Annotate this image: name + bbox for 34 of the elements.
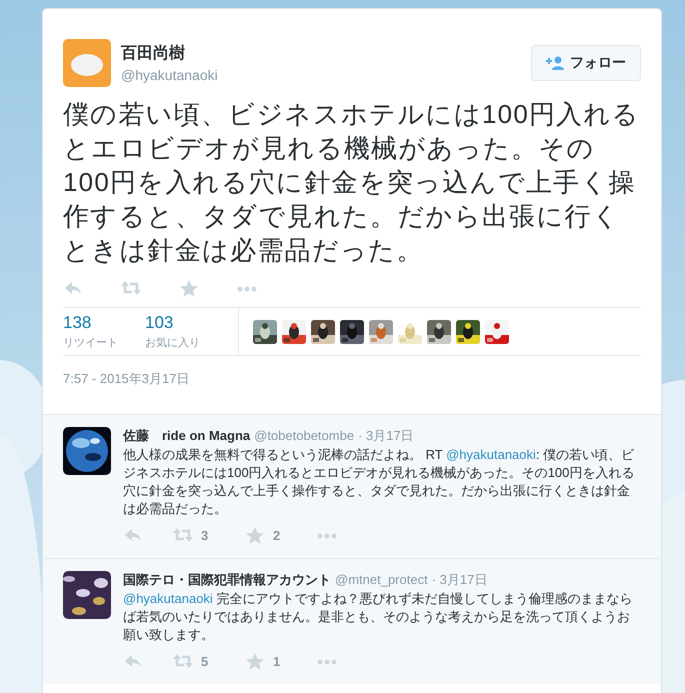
reply-author-name[interactable]: 国際テロ・国際犯罪情報アカウント (123, 571, 331, 589)
retweet-icon[interactable] (121, 279, 141, 297)
reply-text: @hyakutanaoki 完全にアウトですよね？悪びれず未だ自慢してしまう倫理感のままならば若気のいたりではありません。是非とも、そのような考えから足を洗って頂くようお願い致します。 (123, 590, 634, 644)
stat-count[interactable]: 138 (63, 313, 145, 333)
reply-author-handle[interactable]: @tobetobetombe (254, 428, 354, 443)
reply-icon[interactable] (123, 526, 143, 544)
reply-icon[interactable] (123, 652, 143, 670)
reply-date[interactable]: · 3月17日 (358, 427, 414, 445)
add-user-icon (546, 56, 564, 70)
egg-avatar-icon[interactable] (63, 39, 111, 87)
tweet-timestamp: 7:57 - 2015年3月17日 (63, 370, 190, 388)
reply-text: 他人様の成果を無料で得るという泥棒の話だよね。 RT @hyakutanaoki: 僕の若い頃、ビジネスホテルには100円入れるとエロビデオが見れる機械があった。その100円を入れる穴に針金を突っ込んで上手く操作すると、タダで見れた。だから出張に行くときは針金は必需品だった。 (123, 446, 636, 518)
retweet-icon[interactable] (173, 652, 193, 670)
user-name[interactable]: 百田尚樹 (121, 43, 521, 64)
user-handle: @hyakutanaoki (121, 67, 219, 83)
reply-author-name[interactable]: 佐藤 ride on Magna (123, 427, 250, 445)
retweet-icon[interactable] (173, 526, 193, 544)
stat-label: お気に入り (145, 336, 201, 350)
stat-count[interactable]: 103 (145, 313, 227, 333)
star-icon[interactable] (245, 526, 265, 544)
favorite-count: 2 (273, 528, 282, 542)
stat-label: リツイート (63, 336, 119, 350)
retweet-count: 3 (201, 528, 210, 542)
star-icon[interactable] (245, 652, 265, 670)
follow-button[interactable]: フォロー (531, 45, 641, 81)
favorite-count: 1 (273, 654, 282, 668)
reply-date[interactable]: · 3月17日 (432, 571, 488, 589)
tweet-text: 僕の若い頃、ビジネスホテルには100円入れるとエロビデオが見れる機械があった。その100円を入れる穴に針金を突っ込んで上手く操作すると、タダで見れた。だから出張に行くときは針金は必需品だった。 (63, 98, 641, 267)
mention-link[interactable]: @hyakutanaoki (123, 591, 213, 606)
reply-author-handle[interactable]: @mtnet_protect (335, 572, 428, 587)
star-icon[interactable] (179, 279, 199, 297)
reply-icon[interactable] (63, 279, 83, 297)
mention-link[interactable]: @hyakutanaoki (446, 447, 536, 462)
retweet-count: 5 (201, 654, 210, 668)
